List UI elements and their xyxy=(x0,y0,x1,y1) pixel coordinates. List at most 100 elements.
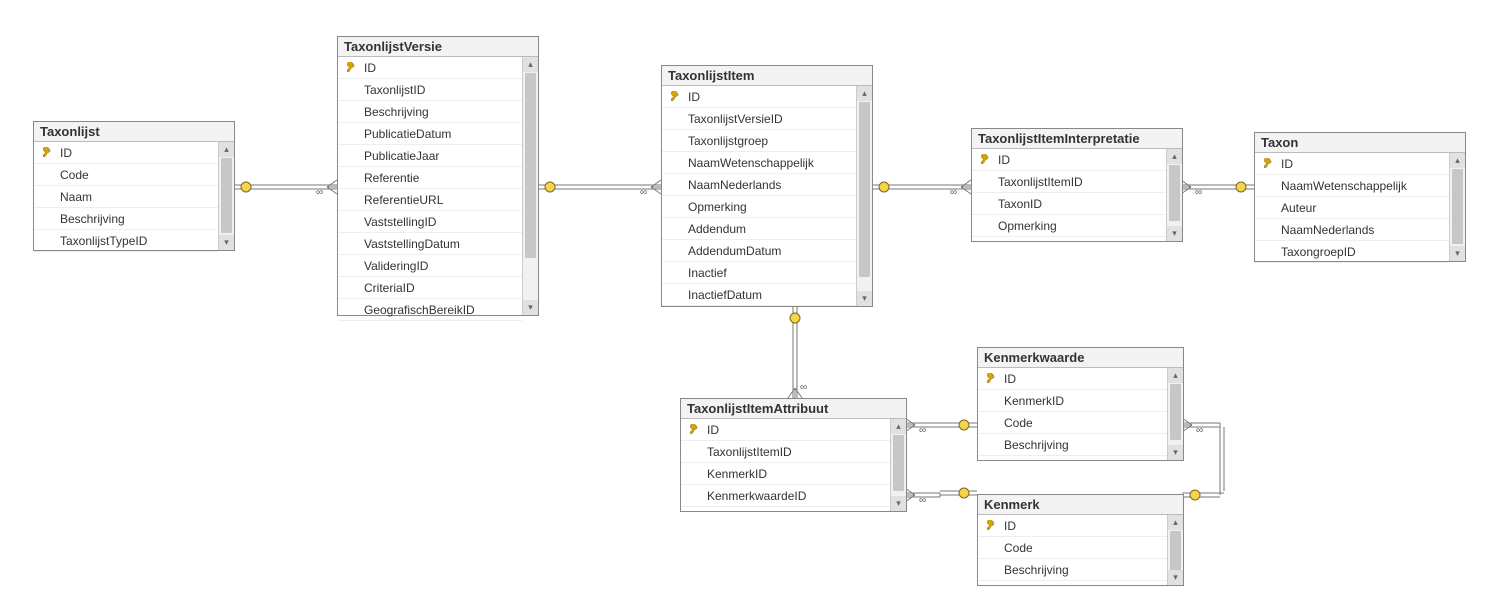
column-item[interactable]: NaamWetenschappelijk xyxy=(1255,175,1449,197)
entity-title[interactable]: TaxonlijstItem xyxy=(662,66,872,86)
column-item[interactable]: InactiefDatum xyxy=(662,284,856,306)
scrollbar[interactable]: ▴▾ xyxy=(1166,149,1182,241)
column-item[interactable]: Code xyxy=(34,164,218,186)
scroll-up-icon[interactable]: ▴ xyxy=(523,57,538,72)
entity-taxonlijstversie[interactable]: TaxonlijstVersieIDTaxonlijstIDBeschrijvi… xyxy=(337,36,539,316)
scrollbar[interactable]: ▴▾ xyxy=(890,419,906,511)
column-item[interactable]: Beschrijving xyxy=(34,208,218,230)
scroll-thumb[interactable] xyxy=(1169,165,1180,221)
column-item[interactable]: Taxonlijstgroep xyxy=(662,130,856,152)
scrollbar[interactable]: ▴▾ xyxy=(1167,368,1183,460)
entity-title[interactable]: Taxon xyxy=(1255,133,1465,153)
column-item[interactable]: VaststellingID xyxy=(338,211,522,233)
entity-kenmerkwaarde[interactable]: KenmerkwaardeIDKenmerkIDCodeBeschrijving… xyxy=(977,347,1184,461)
entity-title[interactable]: TaxonlijstItemAttribuut xyxy=(681,399,906,419)
scroll-down-icon[interactable]: ▾ xyxy=(1168,570,1183,585)
column-item[interactable]: ValideringID xyxy=(338,255,522,277)
scroll-up-icon[interactable]: ▴ xyxy=(857,86,872,101)
scroll-down-icon[interactable]: ▾ xyxy=(1167,226,1182,241)
column-item[interactable]: ID xyxy=(662,86,856,108)
entity-taxonlijst[interactable]: TaxonlijstIDCodeNaamBeschrijvingTaxonlij… xyxy=(33,121,235,251)
column-item[interactable]: TaxonID xyxy=(972,193,1166,215)
scrollbar[interactable]: ▴▾ xyxy=(1167,515,1183,585)
column-item[interactable]: TaxonlijstItemID xyxy=(681,441,890,463)
scroll-thumb[interactable] xyxy=(221,158,232,233)
scroll-up-icon[interactable]: ▴ xyxy=(219,142,234,157)
column-item[interactable]: NaamWetenschappelijk xyxy=(662,152,856,174)
column-item[interactable]: TaxonlijstID xyxy=(338,79,522,101)
entity-attribuut[interactable]: TaxonlijstItemAttribuutIDTaxonlijstItemI… xyxy=(680,398,907,512)
entity-title[interactable]: TaxonlijstVersie xyxy=(338,37,538,57)
scrollbar[interactable]: ▴▾ xyxy=(856,86,872,306)
column-item[interactable]: ID xyxy=(978,368,1167,390)
column-item[interactable]: ID xyxy=(34,142,218,164)
scroll-up-icon[interactable]: ▴ xyxy=(1168,368,1183,383)
column-item[interactable]: ID xyxy=(978,515,1167,537)
scroll-thumb[interactable] xyxy=(1170,531,1181,571)
scroll-thumb[interactable] xyxy=(859,102,870,277)
entity-title[interactable]: Taxonlijst xyxy=(34,122,234,142)
column-item[interactable]: Referentie xyxy=(338,167,522,189)
scroll-up-icon[interactable]: ▴ xyxy=(1168,515,1183,530)
entity-kenmerk[interactable]: KenmerkIDCodeBeschrijving▴▾ xyxy=(977,494,1184,586)
column-item[interactable]: TaxonlijstItemID xyxy=(972,171,1166,193)
column-name: VaststellingID xyxy=(360,215,436,229)
column-item[interactable]: VaststellingDatum xyxy=(338,233,522,255)
column-list: IDTaxonlijstIDBeschrijvingPublicatieDatu… xyxy=(338,57,522,315)
column-item[interactable]: NaamNederlands xyxy=(1255,219,1449,241)
scroll-up-icon[interactable]: ▴ xyxy=(1450,153,1465,168)
scroll-down-icon[interactable]: ▾ xyxy=(1450,246,1465,261)
column-item[interactable]: Inactief xyxy=(662,262,856,284)
entity-title[interactable]: Kenmerk xyxy=(978,495,1183,515)
entity-taxon[interactable]: TaxonIDNaamWetenschappelijkAuteurNaamNed… xyxy=(1254,132,1466,262)
column-item[interactable]: ID xyxy=(1255,153,1449,175)
scroll-up-icon[interactable]: ▴ xyxy=(891,419,906,434)
column-item[interactable]: ReferentieURL xyxy=(338,189,522,211)
column-item[interactable]: KenmerkID xyxy=(681,463,890,485)
column-item[interactable]: Opmerking xyxy=(972,215,1166,237)
entity-interpretatie[interactable]: TaxonlijstItemInterpretatieIDTaxonlijstI… xyxy=(971,128,1183,242)
column-item[interactable]: PublicatieDatum xyxy=(338,123,522,145)
primary-key-icon xyxy=(982,373,1000,384)
column-list: IDTaxonlijstItemIDTaxonIDOpmerking xyxy=(972,149,1166,241)
column-item[interactable]: CriteriaID xyxy=(338,277,522,299)
entity-title[interactable]: Kenmerkwaarde xyxy=(978,348,1183,368)
column-item[interactable]: PublicatieJaar xyxy=(338,145,522,167)
scrollbar[interactable]: ▴▾ xyxy=(218,142,234,250)
column-item[interactable]: AddendumDatum xyxy=(662,240,856,262)
column-item[interactable]: Naam xyxy=(34,186,218,208)
column-item[interactable]: TaxonlijstVersieID xyxy=(662,108,856,130)
column-item[interactable]: Addendum xyxy=(662,218,856,240)
scroll-down-icon[interactable]: ▾ xyxy=(891,496,906,511)
column-item[interactable]: Opmerking xyxy=(662,196,856,218)
column-item[interactable]: KenmerkwaardeID xyxy=(681,485,890,507)
scroll-thumb[interactable] xyxy=(1452,169,1463,244)
scroll-down-icon[interactable]: ▾ xyxy=(1168,445,1183,460)
scroll-down-icon[interactable]: ▾ xyxy=(523,300,538,315)
entity-taxonlijstitem[interactable]: TaxonlijstItemIDTaxonlijstVersieIDTaxonl… xyxy=(661,65,873,307)
column-item[interactable]: Code xyxy=(978,537,1167,559)
scroll-thumb[interactable] xyxy=(1170,384,1181,440)
column-name: ValideringID xyxy=(360,259,428,273)
column-item[interactable]: Auteur xyxy=(1255,197,1449,219)
column-item[interactable]: Beschrijving xyxy=(978,434,1167,456)
column-item[interactable]: KenmerkID xyxy=(978,390,1167,412)
column-item[interactable]: Beschrijving xyxy=(338,101,522,123)
column-item[interactable]: ID xyxy=(972,149,1166,171)
entity-title[interactable]: TaxonlijstItemInterpretatie xyxy=(972,129,1182,149)
scroll-up-icon[interactable]: ▴ xyxy=(1167,149,1182,164)
scroll-thumb[interactable] xyxy=(893,435,904,491)
scroll-down-icon[interactable]: ▾ xyxy=(219,235,234,250)
column-item[interactable]: ID xyxy=(338,57,522,79)
column-item[interactable]: NaamNederlands xyxy=(662,174,856,196)
column-item[interactable]: TaxongroepID xyxy=(1255,241,1449,263)
column-item[interactable]: TaxonlijstTypeID xyxy=(34,230,218,252)
column-item[interactable]: GeografischBereikID xyxy=(338,299,522,321)
column-item[interactable]: ID xyxy=(681,419,890,441)
column-item[interactable]: Code xyxy=(978,412,1167,434)
scroll-down-icon[interactable]: ▾ xyxy=(857,291,872,306)
column-item[interactable]: Beschrijving xyxy=(978,559,1167,581)
scrollbar[interactable]: ▴▾ xyxy=(522,57,538,315)
scrollbar[interactable]: ▴▾ xyxy=(1449,153,1465,261)
scroll-thumb[interactable] xyxy=(525,73,536,258)
